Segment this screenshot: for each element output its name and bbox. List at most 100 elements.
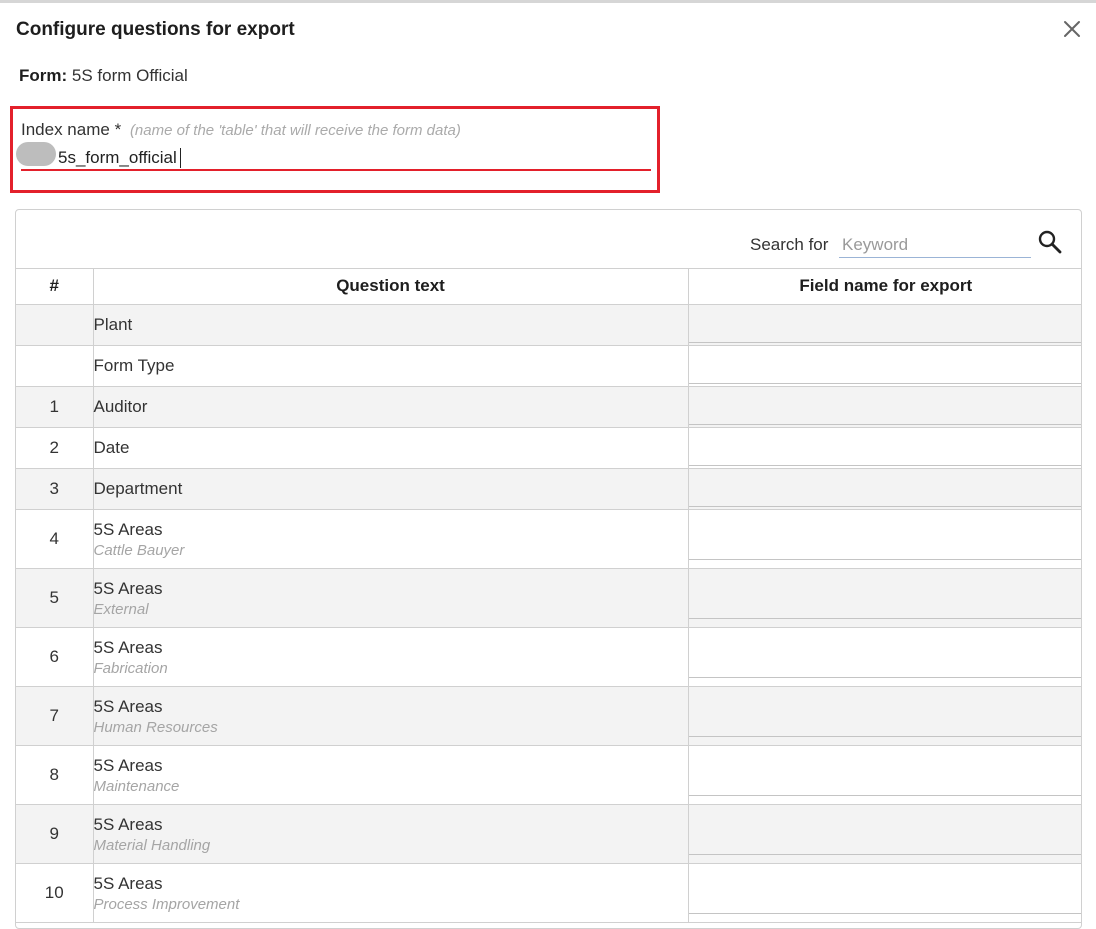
question-text: 5S Areas Fabrication <box>93 627 689 687</box>
row-number: 2 <box>16 427 94 469</box>
table-row: 8 5S Areas Maintenance <box>16 745 1081 805</box>
question-title: Auditor <box>93 397 148 416</box>
question-text: 5S Areas Cattle Bauyer <box>93 509 689 569</box>
row-number <box>16 304 94 346</box>
search-bar: Search for <box>16 210 1081 269</box>
question-subtitle: Maintenance <box>93 777 180 795</box>
question-title: 5S Areas <box>93 696 163 716</box>
dialog-title: Configure questions for export <box>16 19 295 40</box>
field-name-input[interactable] <box>688 438 1081 466</box>
text-caret <box>180 148 181 168</box>
table-row: 6 5S Areas Fabrication <box>16 627 1081 687</box>
field-cell <box>688 627 1081 687</box>
field-name-input[interactable] <box>688 709 1081 737</box>
question-title: 5S Areas <box>93 873 163 893</box>
index-name-input[interactable] <box>21 147 651 171</box>
question-text: Date <box>93 427 689 469</box>
question-title: Department <box>93 479 183 498</box>
row-number: 1 <box>16 386 94 428</box>
table-row: 7 5S Areas Human Resources <box>16 686 1081 746</box>
field-cell <box>688 427 1081 469</box>
field-name-input[interactable] <box>688 532 1081 560</box>
question-text: 5S Areas Human Resources <box>93 686 689 746</box>
index-name-label-text: Index name <box>21 120 110 139</box>
table-row: 9 5S Areas Material Handling <box>16 804 1081 864</box>
row-number: 9 <box>16 804 94 864</box>
question-subtitle: Human Resources <box>93 718 218 736</box>
field-cell <box>688 468 1081 510</box>
field-name-input[interactable] <box>688 886 1081 914</box>
table-row: 1 Auditor <box>16 386 1081 428</box>
field-name-input[interactable] <box>688 315 1081 343</box>
redacted-prefix <box>16 142 56 166</box>
table-row: 2 Date <box>16 427 1081 469</box>
row-number: 3 <box>16 468 94 510</box>
row-number: 5 <box>16 568 94 628</box>
row-number: 4 <box>16 509 94 569</box>
table-row: 10 5S Areas Process Improvement <box>16 863 1081 923</box>
field-cell <box>688 345 1081 387</box>
index-name-section: Index name * (name of the 'table' that w… <box>10 106 660 193</box>
question-title: 5S Areas <box>93 814 163 834</box>
field-name-input[interactable] <box>688 827 1081 855</box>
table-row: Form Type <box>16 345 1081 387</box>
field-cell <box>688 568 1081 628</box>
question-subtitle: Material Handling <box>93 836 211 854</box>
questions-table-card: Search for # Question text Field name fo… <box>15 209 1082 929</box>
question-text: Plant <box>93 304 689 346</box>
question-title: Form Type <box>93 356 175 375</box>
question-subtitle: Cattle Bauyer <box>93 541 185 559</box>
form-info: Form: 5S form Official <box>19 66 188 86</box>
question-text: 5S Areas Material Handling <box>93 804 689 864</box>
field-cell <box>688 745 1081 805</box>
table-row: 3 Department <box>16 468 1081 510</box>
question-text: Form Type <box>93 345 689 387</box>
row-number: 10 <box>16 863 94 923</box>
question-text: Auditor <box>93 386 689 428</box>
row-number <box>16 345 94 387</box>
required-mark: * <box>114 120 122 139</box>
field-name-input[interactable] <box>688 479 1081 507</box>
field-name-input[interactable] <box>688 650 1081 678</box>
row-number: 7 <box>16 686 94 746</box>
table-row: Plant <box>16 304 1081 346</box>
field-cell <box>688 386 1081 428</box>
question-title: Date <box>93 438 130 457</box>
close-icon[interactable] <box>1060 17 1084 41</box>
column-header-field-name: Field name for export <box>688 268 1081 305</box>
table-row: 5 5S Areas External <box>16 568 1081 628</box>
question-subtitle: Fabrication <box>93 659 168 677</box>
question-title: Plant <box>93 315 133 334</box>
form-label: Form: <box>19 66 68 85</box>
field-cell <box>688 686 1081 746</box>
question-subtitle: Process Improvement <box>93 895 240 913</box>
row-number: 8 <box>16 745 94 805</box>
index-name-label: Index name * (name of the 'table' that w… <box>21 120 461 140</box>
question-title: 5S Areas <box>93 578 163 598</box>
column-header-question-text: Question text <box>93 268 689 305</box>
question-title: 5S Areas <box>93 637 163 657</box>
questions-table: # Question text Field name for export Pl… <box>16 268 1081 923</box>
question-title: 5S Areas <box>93 755 163 775</box>
search-input[interactable] <box>839 232 1031 258</box>
field-name-input[interactable] <box>688 591 1081 619</box>
field-cell <box>688 863 1081 923</box>
question-text: 5S Areas Maintenance <box>93 745 689 805</box>
question-subtitle: External <box>93 600 149 618</box>
field-cell <box>688 304 1081 346</box>
question-text: Department <box>93 468 689 510</box>
row-number: 6 <box>16 627 94 687</box>
field-name-input[interactable] <box>688 356 1081 384</box>
table-row: 4 5S Areas Cattle Bauyer <box>16 509 1081 569</box>
search-icon[interactable] <box>1037 229 1063 255</box>
column-header-number: # <box>16 268 94 305</box>
search-label: Search for <box>750 235 829 254</box>
table-header-row: # Question text Field name for export <box>16 268 1081 305</box>
top-divider <box>0 0 1096 3</box>
question-text: 5S Areas External <box>93 568 689 628</box>
field-name-input[interactable] <box>688 397 1081 425</box>
field-name-input[interactable] <box>688 768 1081 796</box>
field-cell <box>688 804 1081 864</box>
question-text: 5S Areas Process Improvement <box>93 863 689 923</box>
question-title: 5S Areas <box>93 519 163 539</box>
